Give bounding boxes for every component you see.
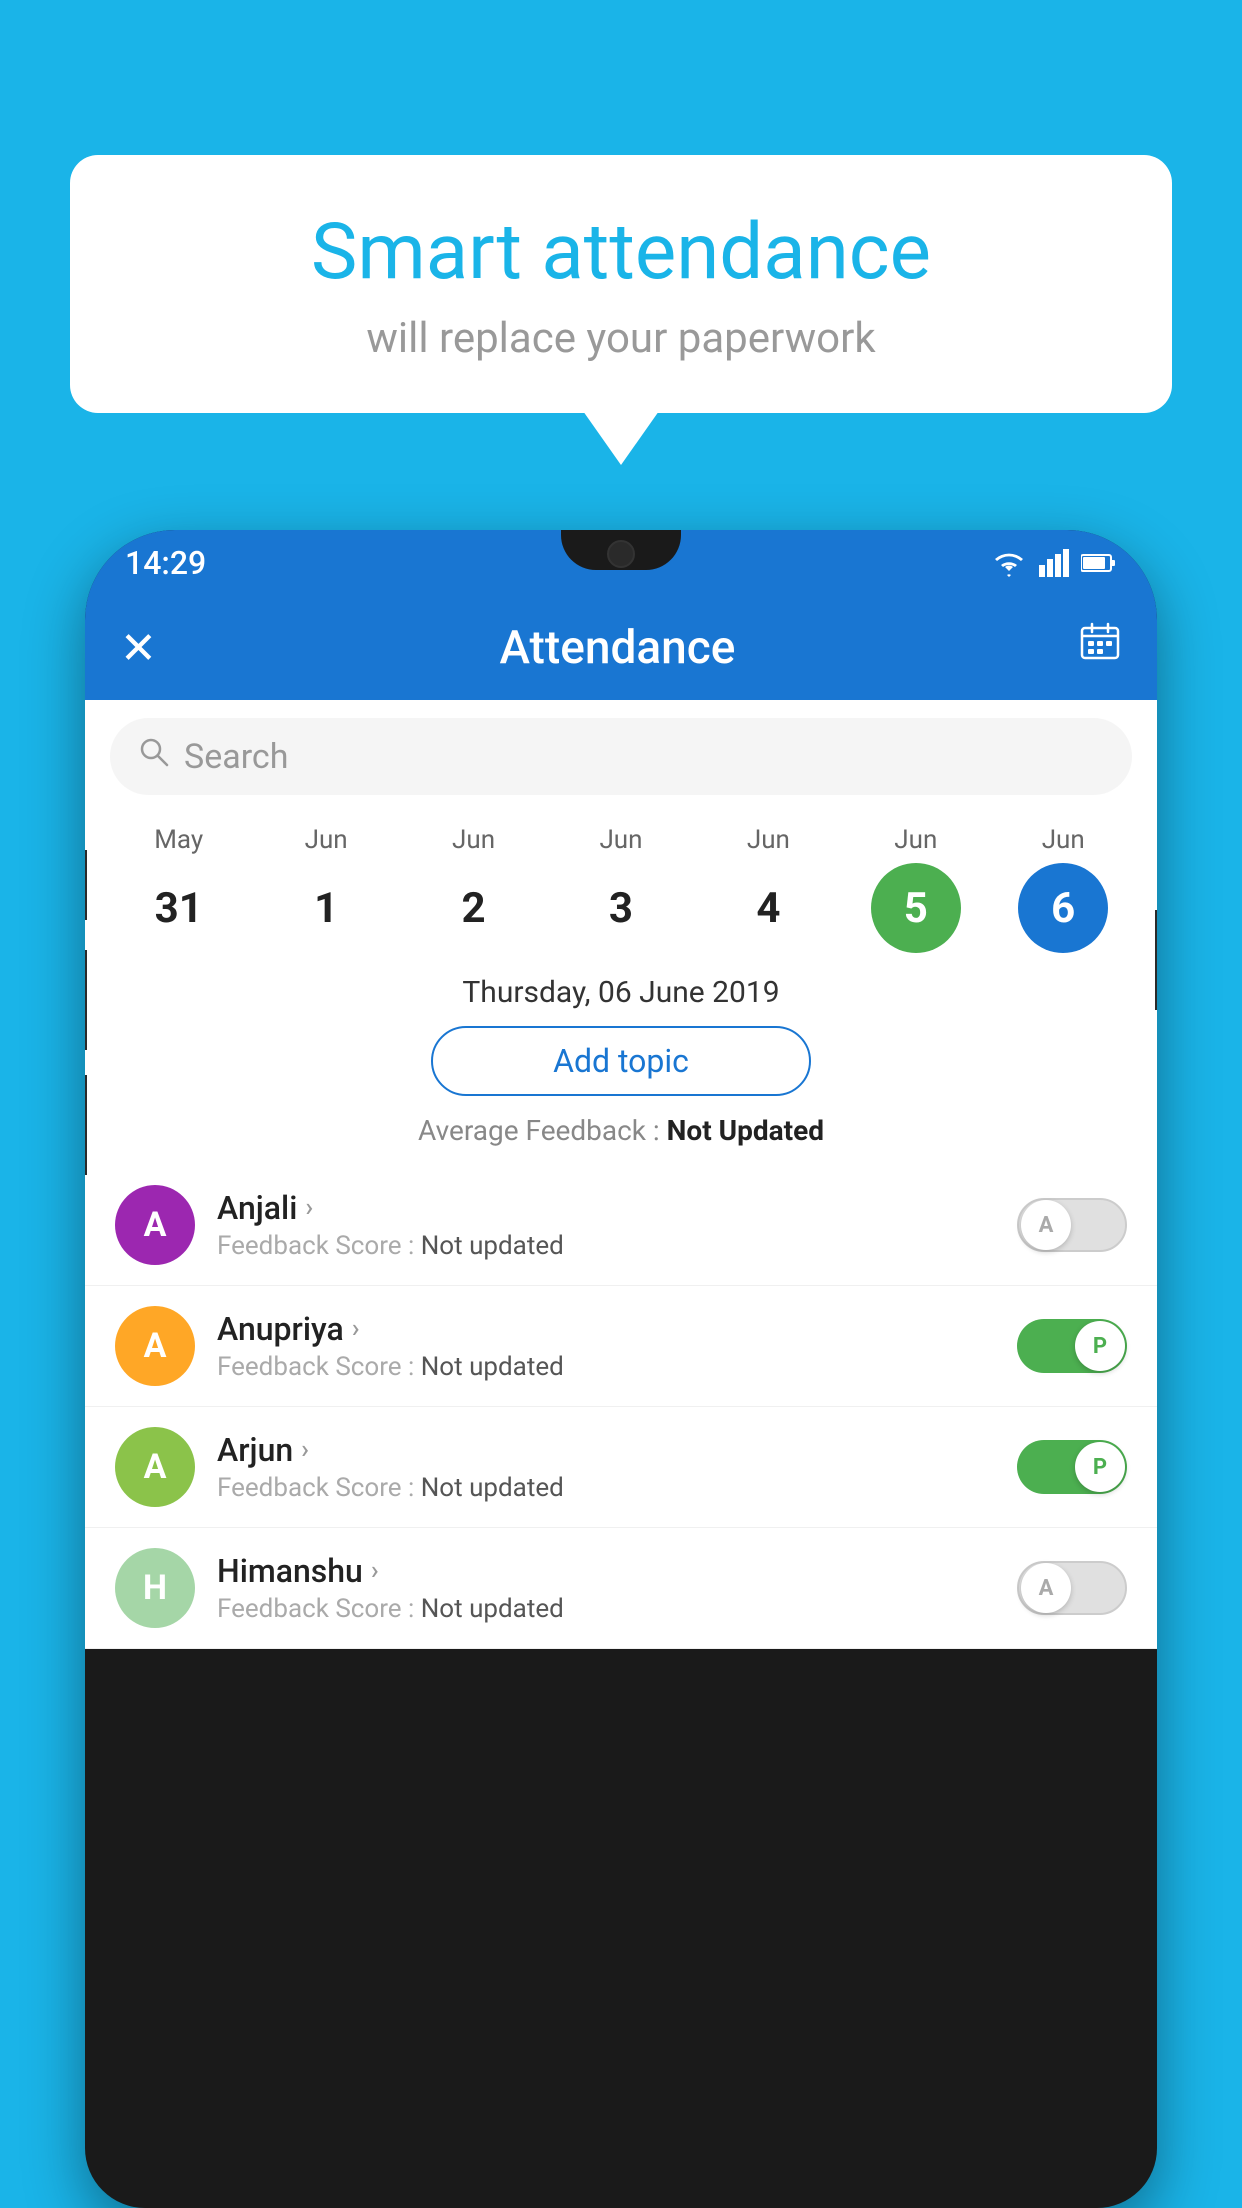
- attendance-toggle-1[interactable]: P: [1017, 1319, 1127, 1373]
- battery-icon: [1081, 553, 1117, 573]
- date-month-1: Jun: [305, 825, 348, 855]
- toggle-knob-3: A: [1021, 1563, 1071, 1613]
- status-icons: [991, 549, 1117, 577]
- date-cell-5[interactable]: Jun 5: [856, 825, 976, 953]
- phone-frame: 14:29 ✕ Attendance: [85, 530, 1157, 2208]
- status-bar: 14:29: [85, 530, 1157, 595]
- chevron-icon-3: ›: [371, 1556, 379, 1586]
- student-info-0: Anjali › Feedback Score : Not updated: [217, 1189, 995, 1261]
- calendar-button[interactable]: [1078, 620, 1122, 675]
- date-cell-2[interactable]: Jun 2: [414, 825, 534, 953]
- date-cell-6[interactable]: Jun 6: [1003, 825, 1123, 953]
- date-day-1[interactable]: 1: [281, 863, 371, 953]
- toggle-knob-0: A: [1021, 1200, 1071, 1250]
- avatar-0: A: [115, 1185, 195, 1265]
- student-name-1: Anupriya ›: [217, 1310, 995, 1348]
- chevron-icon-1: ›: [352, 1314, 360, 1344]
- date-cell-0[interactable]: May 31: [119, 825, 239, 953]
- date-day-0[interactable]: 31: [134, 863, 224, 953]
- date-day-3[interactable]: 3: [576, 863, 666, 953]
- student-name-2: Arjun ›: [217, 1431, 995, 1469]
- attendance-toggle-3[interactable]: A: [1017, 1561, 1127, 1615]
- toggle-knob-2: P: [1075, 1442, 1125, 1492]
- student-info-1: Anupriya › Feedback Score : Not updated: [217, 1310, 995, 1382]
- search-icon: [138, 736, 170, 777]
- speech-bubble: Smart attendance will replace your paper…: [70, 155, 1172, 413]
- date-day-6[interactable]: 6: [1018, 863, 1108, 953]
- front-camera: [607, 540, 635, 568]
- date-day-4[interactable]: 4: [723, 863, 813, 953]
- date-cell-4[interactable]: Jun 4: [708, 825, 828, 953]
- date-day-2[interactable]: 2: [429, 863, 519, 953]
- date-month-2: Jun: [452, 825, 495, 855]
- notch: [561, 530, 681, 570]
- student-item-1[interactable]: A Anupriya › Feedback Score : Not updated P: [85, 1286, 1157, 1407]
- attendance-toggle-0[interactable]: A: [1017, 1198, 1127, 1252]
- app-bar: ✕ Attendance: [85, 595, 1157, 700]
- search-bar[interactable]: Search: [110, 718, 1132, 795]
- feedback-score-1: Feedback Score : Not updated: [217, 1352, 995, 1382]
- volume-down-button: [85, 950, 87, 1050]
- power-button: [1155, 910, 1157, 1010]
- date-month-6: Jun: [1042, 825, 1085, 855]
- signal-icon: [1039, 549, 1069, 577]
- student-item-0[interactable]: A Anjali › Feedback Score : Not updated A: [85, 1165, 1157, 1286]
- close-button[interactable]: ✕: [120, 622, 157, 674]
- chevron-icon-0: ›: [305, 1193, 313, 1223]
- student-item-2[interactable]: A Arjun › Feedback Score : Not updated P: [85, 1407, 1157, 1528]
- attendance-toggle-2[interactable]: P: [1017, 1440, 1127, 1494]
- app-bar-title: Attendance: [187, 621, 1048, 675]
- date-cell-1[interactable]: Jun 1: [266, 825, 386, 953]
- student-name-0: Anjali ›: [217, 1189, 995, 1227]
- avatar-1: A: [115, 1306, 195, 1386]
- student-name-3: Himanshu ›: [217, 1552, 995, 1590]
- student-info-3: Himanshu › Feedback Score : Not updated: [217, 1552, 995, 1624]
- toggle-knob-1: P: [1075, 1321, 1125, 1371]
- feedback-score-0: Feedback Score : Not updated: [217, 1231, 995, 1261]
- search-input-placeholder: Search: [184, 737, 288, 777]
- bubble-subtitle: will replace your paperwork: [130, 314, 1112, 363]
- date-month-4: Jun: [747, 825, 790, 855]
- avatar-2: A: [115, 1427, 195, 1507]
- add-topic-button[interactable]: Add topic: [431, 1026, 811, 1096]
- feedback-score-3: Feedback Score : Not updated: [217, 1594, 995, 1624]
- silent-button: [85, 1075, 87, 1175]
- calendar-row: May 31 Jun 1 Jun 2 Jun 3 Jun 4 Jun 5 Jun 6: [85, 805, 1157, 953]
- status-time: 14:29: [125, 544, 206, 582]
- date-month-5: Jun: [894, 825, 937, 855]
- avg-feedback-label: Average Feedback :: [418, 1114, 660, 1147]
- student-info-2: Arjun › Feedback Score : Not updated: [217, 1431, 995, 1503]
- student-item-3[interactable]: H Himanshu › Feedback Score : Not updated A: [85, 1528, 1157, 1649]
- wifi-icon: [991, 549, 1027, 577]
- selected-date-label: Thursday, 06 June 2019: [85, 975, 1157, 1010]
- phone-screen: Search May 31 Jun 1 Jun 2 Jun 3 Jun 4 Jun 5 Jun 6 Thu…: [85, 700, 1157, 1649]
- avatar-3: H: [115, 1548, 195, 1628]
- avg-feedback-value: Not Updated: [667, 1114, 824, 1147]
- date-month-0: May: [154, 825, 203, 855]
- date-day-5[interactable]: 5: [871, 863, 961, 953]
- date-month-3: Jun: [599, 825, 642, 855]
- feedback-score-2: Feedback Score : Not updated: [217, 1473, 995, 1503]
- bubble-title: Smart attendance: [130, 210, 1112, 296]
- volume-up-button: [85, 850, 87, 920]
- average-feedback: Average Feedback : Not Updated: [85, 1114, 1157, 1147]
- chevron-icon-2: ›: [301, 1435, 309, 1465]
- date-cell-3[interactable]: Jun 3: [561, 825, 681, 953]
- student-list: AAnjali ›Feedback Score : Not updatedAAA…: [85, 1165, 1157, 1649]
